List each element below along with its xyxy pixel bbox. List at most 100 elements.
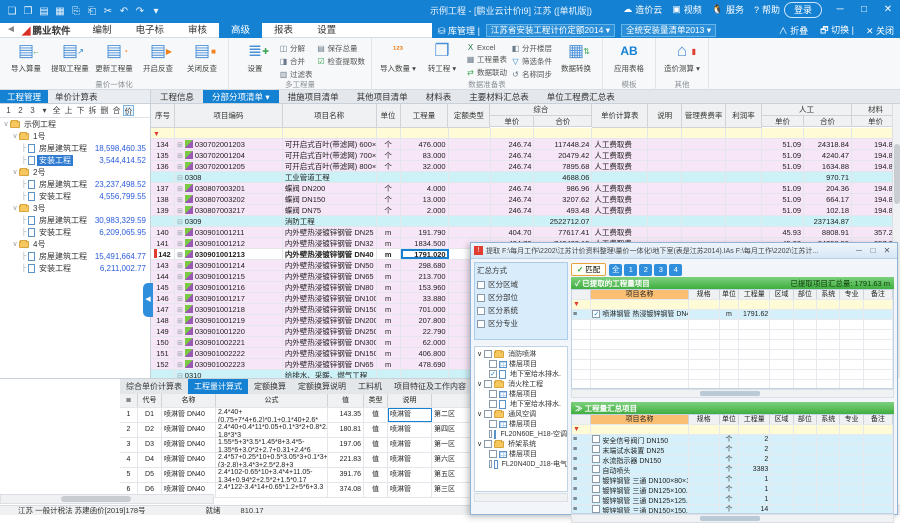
cell[interactable]: 镀锌钢管 三通 DN100×80×100 bbox=[591, 475, 688, 484]
bottom-tab-工料机[interactable]: 工料机 bbox=[352, 379, 388, 394]
cell[interactable]: 140 bbox=[151, 227, 175, 237]
cell[interactable]: 144 bbox=[151, 271, 175, 281]
tree-expander[interactable]: ∨ bbox=[477, 440, 482, 448]
cell[interactable]: ⊟ 0309 bbox=[175, 216, 283, 226]
formula-row[interactable]: 2D2喷淋管 DN402.4*40+0.4*11*0.05+0.1*3*2+0.… bbox=[120, 423, 472, 438]
ribbon-button-关闭反查[interactable]: ▤■关闭反查 bbox=[180, 40, 224, 74]
table-row[interactable]: ≡ 水流指示器 DN150个2 bbox=[572, 455, 893, 465]
cell[interactable]: 298.680 bbox=[401, 260, 449, 270]
cell[interactable] bbox=[648, 150, 682, 160]
cell[interactable]: ⊞030901001213 bbox=[175, 249, 283, 259]
cell[interactable] bbox=[840, 445, 863, 454]
cell[interactable]: 137 bbox=[151, 183, 175, 193]
cell[interactable] bbox=[401, 216, 449, 226]
cell[interactable]: 喷淋管 bbox=[388, 453, 432, 467]
cell[interactable] bbox=[762, 216, 804, 226]
tree-expander[interactable]: ├ bbox=[20, 145, 28, 152]
tree-toolbar-button-全[interactable]: 全 bbox=[51, 105, 62, 116]
cell[interactable]: 2 bbox=[739, 435, 770, 444]
cell[interactable]: 3207.62 bbox=[534, 194, 592, 204]
cell[interactable] bbox=[864, 485, 893, 494]
tree-node[interactable]: ├安装工程4,556,799.55 bbox=[0, 190, 150, 202]
cell[interactable]: 内外壁热浸镀锌钢管 DN100 bbox=[283, 293, 377, 303]
cell[interactable]: 701.000 bbox=[401, 304, 449, 314]
cell[interactable]: ⊞030702001205 bbox=[175, 161, 283, 171]
cell[interactable]: 2.4*57+0.25*10+0.5*3.05*3+0.1*3+1.58*(3-… bbox=[216, 453, 328, 467]
cell[interactable]: ≡ bbox=[572, 475, 591, 484]
expand-icon[interactable]: ⊞ bbox=[177, 329, 183, 336]
filter-cell[interactable] bbox=[726, 128, 762, 138]
cell[interactable]: 1 bbox=[739, 495, 770, 504]
cell[interactable]: 喷淋管 DN40 bbox=[162, 423, 216, 437]
filter-cell[interactable] bbox=[840, 300, 863, 309]
cell[interactable]: 139 bbox=[151, 205, 175, 215]
filter-cell[interactable] bbox=[840, 425, 863, 434]
cell[interactable] bbox=[648, 139, 682, 149]
cell[interactable]: 内外壁热浸镀锌钢管 DN65 bbox=[283, 271, 377, 281]
cell[interactable]: 221.83 bbox=[328, 453, 364, 467]
cell[interactable] bbox=[151, 370, 175, 378]
cell[interactable]: 喷淋管 bbox=[388, 408, 432, 422]
cell[interactable]: ⊞030807003202 bbox=[175, 194, 283, 204]
source-file[interactable]: FL20N40D_J18-电气 bbox=[475, 459, 567, 469]
expand-icon[interactable]: ⊞ bbox=[177, 318, 183, 325]
menu-tab-高级[interactable]: 高级 bbox=[219, 23, 262, 38]
cell[interactable]: 个 bbox=[720, 475, 739, 484]
cell[interactable]: 人工费取费 bbox=[592, 150, 648, 160]
tree-expander[interactable]: ├ bbox=[20, 193, 28, 200]
cell[interactable]: 喷淋管 DN40 bbox=[162, 408, 216, 422]
cell[interactable]: 135 bbox=[151, 150, 175, 160]
filter-cell[interactable] bbox=[739, 425, 770, 434]
dialog-close-button[interactable]: ✕ bbox=[880, 246, 894, 255]
cell[interactable] bbox=[864, 465, 893, 474]
menu-tab-设置[interactable]: 设置 bbox=[305, 23, 348, 38]
cell[interactable]: ⊞030901001216 bbox=[175, 282, 283, 292]
expand-icon[interactable]: ⊞ bbox=[177, 186, 183, 193]
dialog-minimize-button[interactable]: ─ bbox=[852, 246, 866, 255]
ribbon-button-数据联动[interactable]: ⇄数据联动 bbox=[466, 67, 507, 78]
cell[interactable] bbox=[682, 205, 726, 215]
cell[interactable]: 镀锌钢管 三通 DN125×125... bbox=[591, 495, 688, 504]
cell[interactable]: 值 bbox=[364, 408, 388, 422]
tree-toolbar-button-上[interactable]: 上 bbox=[63, 105, 74, 116]
checkbox[interactable] bbox=[592, 505, 600, 513]
cell[interactable]: 第一区 bbox=[432, 438, 472, 452]
cell[interactable] bbox=[770, 465, 793, 474]
cell[interactable]: 2522712.07 bbox=[534, 216, 592, 226]
column-header[interactable]: 备注 bbox=[864, 290, 893, 299]
cell[interactable]: m bbox=[377, 348, 401, 358]
cell[interactable]: m bbox=[377, 326, 401, 336]
cell[interactable]: 内外壁热浸镀锌钢管 DN200 bbox=[283, 315, 377, 325]
cell[interactable] bbox=[864, 310, 893, 319]
pricing-standard-dropdown[interactable]: 江苏省安装工程计价定额2014 ▾ bbox=[486, 24, 615, 37]
column-header[interactable]: 定额类型 bbox=[448, 104, 490, 128]
titlebar-link-服务[interactable]: 🐧服务 bbox=[712, 3, 744, 16]
column-header[interactable]: 部位 bbox=[794, 290, 817, 299]
cell[interactable]: 值 bbox=[364, 483, 388, 497]
cell[interactable]: 第二区 bbox=[432, 408, 472, 422]
cell[interactable]: 246.74 bbox=[491, 205, 535, 215]
tree-node[interactable]: ├房屋建筑工程23,237,498.52 bbox=[0, 178, 150, 190]
column-header[interactable]: 值 bbox=[328, 394, 364, 407]
bottom-tab-工程量计算式[interactable]: 工程量计算式 bbox=[188, 379, 248, 394]
cell[interactable]: ⊞030807003217 bbox=[175, 205, 283, 215]
cell[interactable]: m bbox=[377, 293, 401, 303]
cell[interactable]: 喷淋管 DN40 bbox=[162, 468, 216, 482]
cell[interactable]: 蝶阀 DN200 bbox=[283, 183, 377, 193]
cell[interactable]: 内外壁热浸镀锌钢管 DN300 bbox=[283, 337, 377, 347]
filter-cell[interactable] bbox=[175, 128, 283, 138]
ribbon-button-导入算量[interactable]: ▤←导入算量 bbox=[4, 40, 48, 74]
cell[interactable] bbox=[449, 183, 491, 193]
cell[interactable] bbox=[726, 172, 762, 182]
cell[interactable]: 13.000 bbox=[401, 194, 449, 204]
tree-node[interactable]: ├房屋建筑工程18,598,460.35 bbox=[0, 142, 150, 154]
tree-toolbar-button-价[interactable]: 价 bbox=[123, 105, 134, 116]
cell[interactable] bbox=[770, 475, 793, 484]
cell[interactable] bbox=[726, 227, 762, 237]
table-row[interactable]: ≡✓ 喷淋钢管 热浸镀锌钢管 DN4...m1791.62 bbox=[572, 310, 893, 320]
cell[interactable]: 个 bbox=[720, 505, 739, 514]
cell[interactable]: 个 bbox=[377, 183, 401, 193]
cell[interactable]: ⊞030901001218 bbox=[175, 304, 283, 314]
cell[interactable]: 102.18 bbox=[804, 205, 852, 215]
column-header[interactable]: ≣ bbox=[120, 394, 138, 407]
